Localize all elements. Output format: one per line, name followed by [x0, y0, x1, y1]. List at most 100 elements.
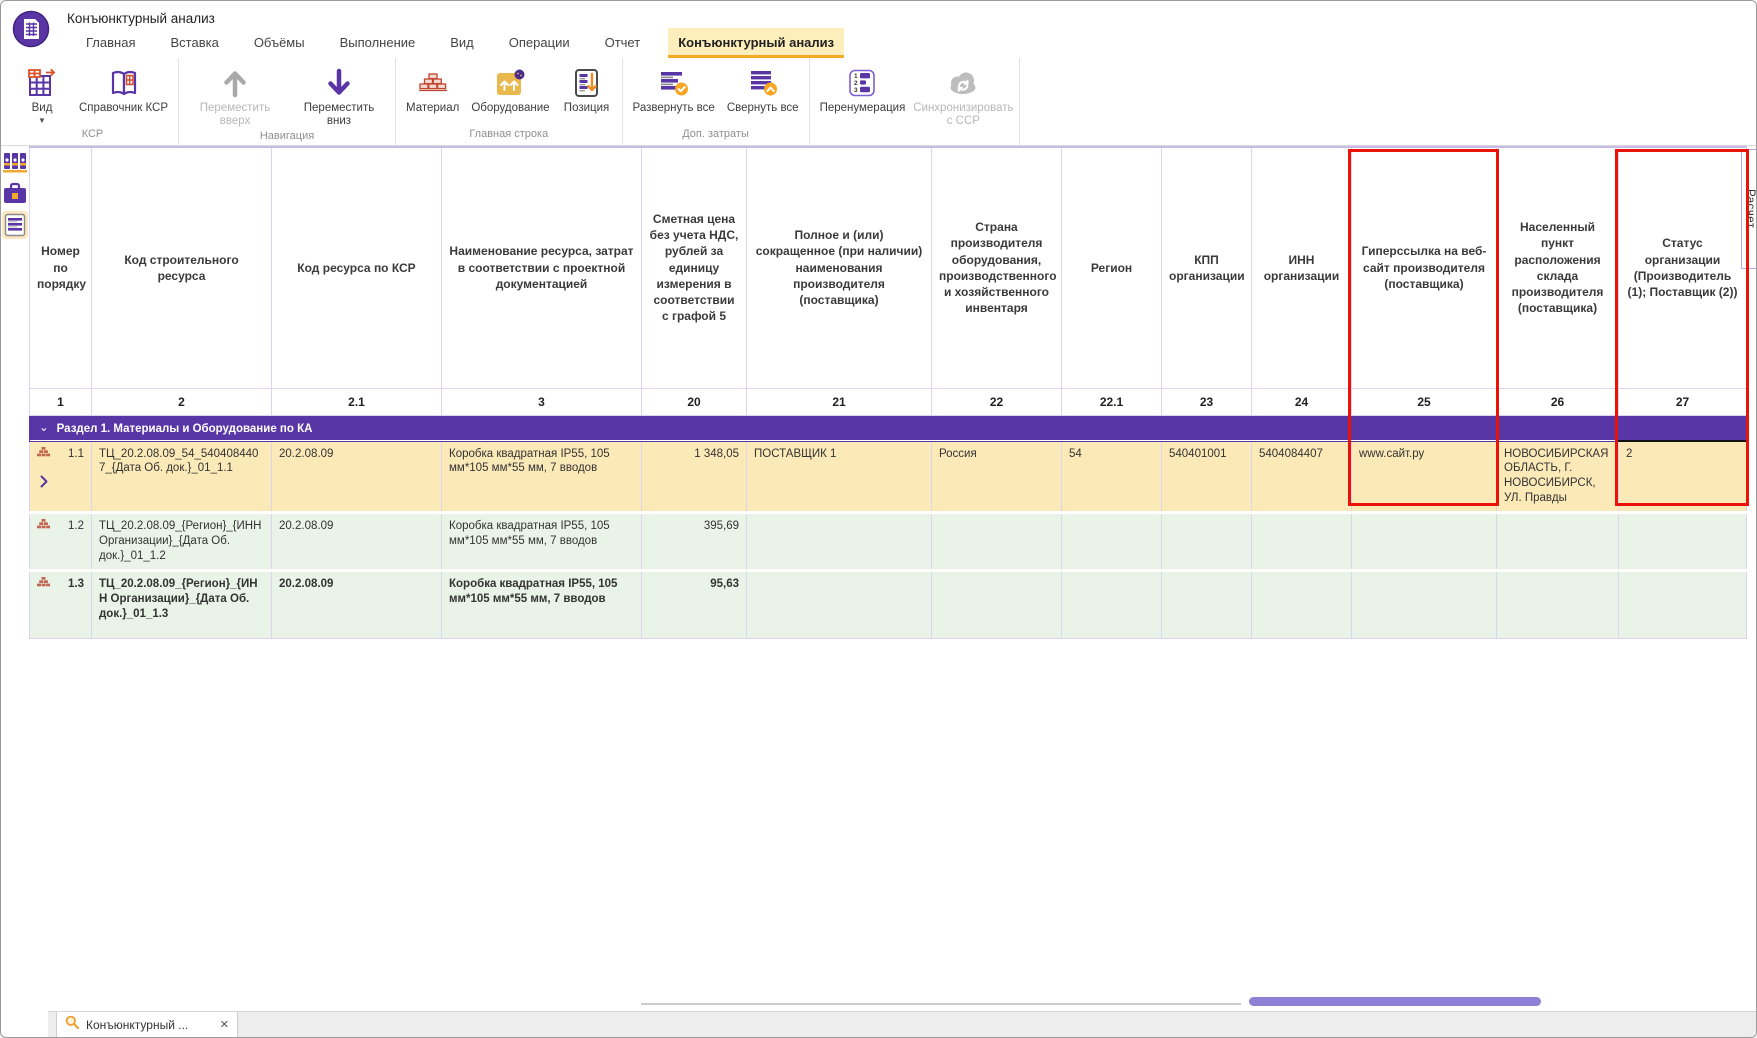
hscroll-track[interactable] — [641, 1003, 1241, 1005]
column-header[interactable]: Гиперссылка на веб-сайт производителя (п… — [1351, 146, 1497, 389]
cell-manufacturer[interactable] — [746, 569, 932, 640]
cell-region[interactable] — [1061, 511, 1162, 572]
column-number: 22.1 — [1061, 387, 1162, 416]
table-row[interactable]: 1.1 ТЦ_20.2.08.09_54_5404084407_{Дата Об… — [29, 440, 1747, 514]
cell-inn[interactable] — [1251, 569, 1352, 640]
cell-kpp[interactable] — [1161, 569, 1252, 640]
ribbon-group-navigation: Переместить вверх Переместить вниз Навиг… — [179, 58, 396, 145]
row-expand-icon[interactable] — [40, 475, 84, 493]
ksr-reference-button[interactable]: Справочник КСР — [75, 63, 172, 117]
column-header[interactable]: Код строительного ресурса — [91, 146, 272, 389]
hscroll-thumb[interactable] — [1249, 997, 1541, 1006]
cell-status[interactable] — [1618, 511, 1747, 572]
ribbon-group-misc: 123 Перенумерация Синхронизировать с ССР — [810, 58, 1021, 145]
column-number: 22 — [931, 387, 1062, 416]
section-collapse-icon[interactable]: ⌄ — [39, 420, 49, 434]
section-row[interactable]: ⌄ Раздел 1. Материалы и Оборудование по К… — [29, 414, 1747, 442]
column-header[interactable]: ИНН организации — [1251, 146, 1352, 389]
column-header[interactable]: Страна производителя оборудования, произ… — [931, 146, 1062, 389]
tab-obyomy[interactable]: Объёмы — [244, 28, 315, 58]
column-header[interactable]: Код ресурса по КСР — [271, 146, 442, 389]
sync-ssr-button[interactable]: Синхронизировать с ССР — [913, 63, 1013, 130]
tab-glavnaya[interactable]: Главная — [76, 28, 145, 58]
cell-manufacturer[interactable] — [746, 511, 932, 572]
sheet-icon — [4, 213, 26, 237]
position-doc-icon — [569, 65, 605, 101]
tab-raschet[interactable]: Расчет — [1741, 149, 1756, 269]
tab-otchet[interactable]: Отчет — [595, 28, 651, 58]
equipment-button[interactable]: Оборудование — [467, 63, 553, 117]
table-row[interactable]: 1.3 ТЦ_20.2.08.09_{Регион}_{ИНН Организа… — [29, 569, 1747, 640]
cell-code[interactable]: ТЦ_20.2.08.09_{Регион}_{ИНН Организации}… — [91, 569, 272, 640]
ribbon-group-label: КСР — [81, 128, 104, 140]
column-header[interactable]: Номер по порядку — [29, 146, 92, 389]
column-header[interactable]: Полное и (или) сокращенное (при наличии)… — [746, 146, 932, 389]
bottom-tab-label: Конъюнктурный ... — [86, 1017, 189, 1032]
tab-operacii[interactable]: Операции — [499, 28, 580, 58]
cell-ksr-code[interactable]: 20.2.08.09 — [271, 440, 442, 514]
bottom-tab-konyunkturny[interactable]: Конъюнктурный ... ✕ — [56, 1012, 238, 1037]
binders-icon — [3, 153, 27, 173]
cell-warehouse[interactable] — [1496, 569, 1619, 640]
ribbon-tab-bar: Главная Вставка Объёмы Выполнение Вид Оп… — [67, 28, 845, 58]
column-header[interactable]: Сметная цена без учета НДС, рублей за ед… — [641, 146, 747, 389]
expand-all-button[interactable]: Развернуть все — [629, 63, 719, 117]
svg-text:1: 1 — [854, 73, 858, 80]
cell-price[interactable]: 395,69 — [641, 511, 747, 572]
move-down-button[interactable]: Переместить вниз — [289, 63, 389, 130]
cell-website[interactable] — [1351, 569, 1497, 640]
expand-all-icon — [656, 65, 692, 101]
rail-briefcase-button[interactable] — [2, 180, 28, 208]
column-header[interactable]: Населенный пункт расположения склада про… — [1496, 146, 1619, 389]
collapse-all-button[interactable]: Свернуть все — [723, 63, 803, 117]
ribbon-group-label: Доп. затраты — [682, 128, 749, 140]
renumber-button[interactable]: 123 Перенумерация — [816, 63, 910, 117]
cell-country[interactable] — [931, 511, 1062, 572]
cell-inn[interactable] — [1251, 511, 1352, 572]
cell-country[interactable]: Россия — [931, 440, 1062, 514]
cell-price[interactable]: 95,63 — [641, 569, 747, 640]
cell-manufacturer[interactable]: ПОСТАВЩИК 1 — [746, 440, 932, 514]
column-header[interactable]: КПП организации — [1161, 146, 1252, 389]
cell-code[interactable]: ТЦ_20.2.08.09_{Регион}_{ИНН Организации}… — [91, 511, 272, 572]
cell-price[interactable]: 1 348,05 — [641, 440, 747, 514]
cell-code[interactable]: ТЦ_20.2.08.09_54_5404084407_{Дата Об. до… — [91, 440, 272, 514]
move-up-button[interactable]: Переместить вверх — [185, 63, 285, 130]
cell-kpp[interactable]: 540401001 — [1161, 440, 1252, 514]
column-number-row: 1 2 2.1 3 20 21 22 22.1 23 24 25 26 27 — [29, 387, 1747, 416]
tab-konyunkturny-analiz[interactable]: Конъюнктурный анализ — [668, 28, 845, 58]
cell-website[interactable]: www.сайт.ру — [1351, 440, 1497, 514]
column-header[interactable]: Регион — [1061, 146, 1162, 389]
close-icon[interactable]: ✕ — [220, 1018, 229, 1031]
cell-website[interactable] — [1351, 511, 1497, 572]
cell-ksr-code[interactable]: 20.2.08.09 — [271, 569, 442, 640]
rail-sheet-button[interactable] — [2, 211, 28, 239]
tab-vid[interactable]: Вид — [440, 28, 484, 58]
rail-binders-button[interactable] — [2, 149, 28, 177]
position-button[interactable]: Позиция — [558, 63, 616, 117]
cell-status[interactable] — [1618, 569, 1747, 640]
column-header[interactable]: Наименование ресурса, затрат в соответст… — [441, 146, 642, 389]
cell-name[interactable]: Коробка квадратная IP55, 105 мм*105 мм*5… — [441, 569, 642, 640]
view-button[interactable]: Вид ▼ — [13, 63, 71, 127]
titlebar: Конъюнктурный анализ Главная Вставка Объ… — [1, 1, 1756, 58]
material-button[interactable]: Материал — [402, 63, 463, 117]
cell-status[interactable]: 2 — [1618, 440, 1747, 514]
column-header[interactable]: Статус организации (Производитель (1); П… — [1618, 146, 1747, 389]
material-marker-icon — [37, 446, 50, 462]
cell-kpp[interactable] — [1161, 511, 1252, 572]
tab-vypolnenie[interactable]: Выполнение — [330, 28, 426, 58]
app-window: Конъюнктурный анализ Главная Вставка Объ… — [0, 0, 1757, 1038]
cell-country[interactable] — [931, 569, 1062, 640]
cell-ksr-code[interactable]: 20.2.08.09 — [271, 511, 442, 572]
cell-warehouse[interactable] — [1496, 511, 1619, 572]
cell-inn[interactable]: 5404084407 — [1251, 440, 1352, 514]
cell-region[interactable]: 54 — [1061, 440, 1162, 514]
cell-warehouse[interactable]: НОВОСИБИРСКАЯ ОБЛАСТЬ, Г. НОВОСИБИРСК, У… — [1496, 440, 1619, 514]
cell-name[interactable]: Коробка квадратная IP55, 105 мм*105 мм*5… — [441, 440, 642, 514]
tab-vstavka[interactable]: Вставка — [160, 28, 228, 58]
table-row[interactable]: 1.2 ТЦ_20.2.08.09_{Регион}_{ИНН Организа… — [29, 511, 1747, 572]
cell-name[interactable]: Коробка квадратная IP55, 105 мм*105 мм*5… — [441, 511, 642, 572]
column-number: 26 — [1496, 387, 1619, 416]
cell-region[interactable] — [1061, 569, 1162, 640]
